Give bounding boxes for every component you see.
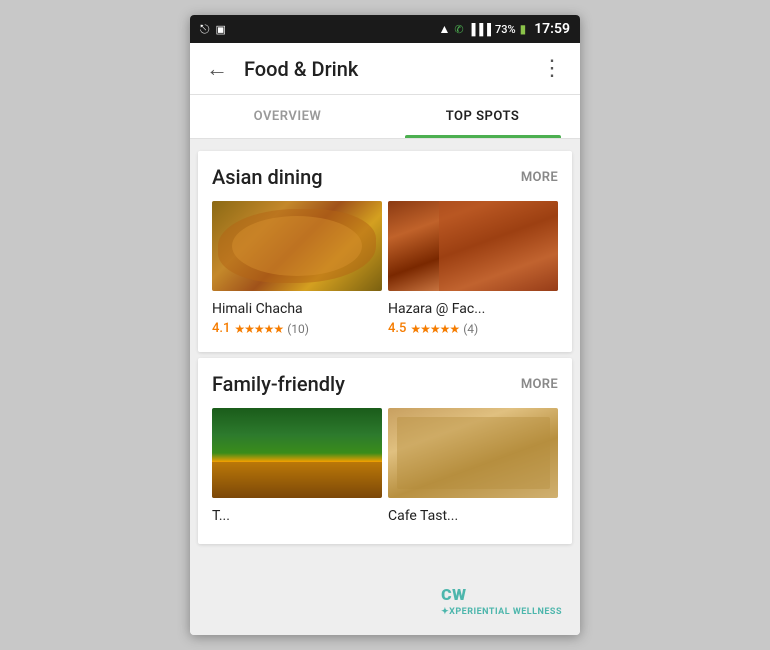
status-bar: ⎋ ▣ ▲ ✆ ▐▐▐ 73% ▮ 17:59 xyxy=(190,15,580,43)
cafe-taste-image[interactable] xyxy=(388,408,558,498)
place-info-3[interactable]: T... xyxy=(212,508,382,528)
stars-icon: ★★★★★ xyxy=(410,322,459,336)
card-header: Asian dining MORE xyxy=(212,165,558,189)
place-info-hazara[interactable]: Hazara @ Fac... 4.5 ★★★★★ (4) xyxy=(388,301,558,336)
wifi-icon: ▲ xyxy=(438,22,450,36)
more-button[interactable]: MORE xyxy=(521,377,558,392)
rating-number: 4.1 xyxy=(212,321,230,336)
content-area: Asian dining MORE Himali Chacha 4.1 ★★★★… xyxy=(190,139,580,635)
watermark-symbol: CW xyxy=(441,585,466,604)
place-name: T... xyxy=(212,508,382,524)
place-name: Himali Chacha xyxy=(212,301,382,317)
tab-top-spots[interactable]: TOP SPOTS xyxy=(385,95,580,138)
family-friendly-card: Family-friendly MORE T... Cafe Tast... xyxy=(198,358,572,544)
images-row xyxy=(212,408,558,498)
battery-icon: ▮ xyxy=(520,22,527,36)
usb-icon: ⎋ xyxy=(200,22,210,37)
tab-overview[interactable]: OVERVIEW xyxy=(190,95,385,138)
himali-chacha-image[interactable] xyxy=(212,201,382,291)
back-button[interactable]: ← xyxy=(206,56,228,82)
battery-percent: 73% xyxy=(495,23,516,36)
watermark: CW ✦XPERIENTIAL WELLNESS xyxy=(441,585,562,617)
asian-dining-card: Asian dining MORE Himali Chacha 4.1 ★★★★… xyxy=(198,151,572,352)
top-bar: ← Food & Drink ⋮ xyxy=(190,43,580,95)
more-button[interactable]: MORE xyxy=(521,170,558,185)
rating-row: 4.1 ★★★★★ (10) xyxy=(212,321,382,336)
watermark-text: ✦XPERIENTIAL WELLNESS xyxy=(441,607,562,617)
places-row: T... Cafe Tast... xyxy=(212,508,558,528)
review-count: (4) xyxy=(463,322,478,336)
card-title: Family-friendly xyxy=(212,372,345,396)
stars-icon: ★★★★★ xyxy=(234,322,283,336)
places-row: Himali Chacha 4.1 ★★★★★ (10) Hazara @ Fa… xyxy=(212,301,558,336)
overflow-menu-button[interactable]: ⋮ xyxy=(541,56,564,81)
card-header: Family-friendly MORE xyxy=(212,372,558,396)
card-title: Asian dining xyxy=(212,165,323,189)
place-info-cafe[interactable]: Cafe Tast... xyxy=(388,508,558,528)
status-time: 17:59 xyxy=(534,21,570,37)
status-icons-right: ▲ ✆ ▐▐▐ 73% ▮ 17:59 xyxy=(438,21,570,37)
place-name: Cafe Tast... xyxy=(388,508,558,524)
review-count: (10) xyxy=(287,322,309,336)
place-name: Hazara @ Fac... xyxy=(388,301,558,317)
signal-icon: ▐▐▐ xyxy=(468,23,491,36)
images-row xyxy=(212,201,558,291)
place3-image[interactable] xyxy=(212,408,382,498)
image-icon: ▣ xyxy=(216,23,226,36)
page-title: Food & Drink xyxy=(244,57,541,81)
hazara-image[interactable] xyxy=(388,201,558,291)
status-icons-left: ⎋ ▣ xyxy=(200,22,226,37)
place-info-himali[interactable]: Himali Chacha 4.1 ★★★★★ (10) xyxy=(212,301,382,336)
tabs-bar: OVERVIEW TOP SPOTS xyxy=(190,95,580,139)
rating-number: 4.5 xyxy=(388,321,406,336)
phone-icon: ✆ xyxy=(454,23,463,36)
rating-row: 4.5 ★★★★★ (4) xyxy=(388,321,558,336)
